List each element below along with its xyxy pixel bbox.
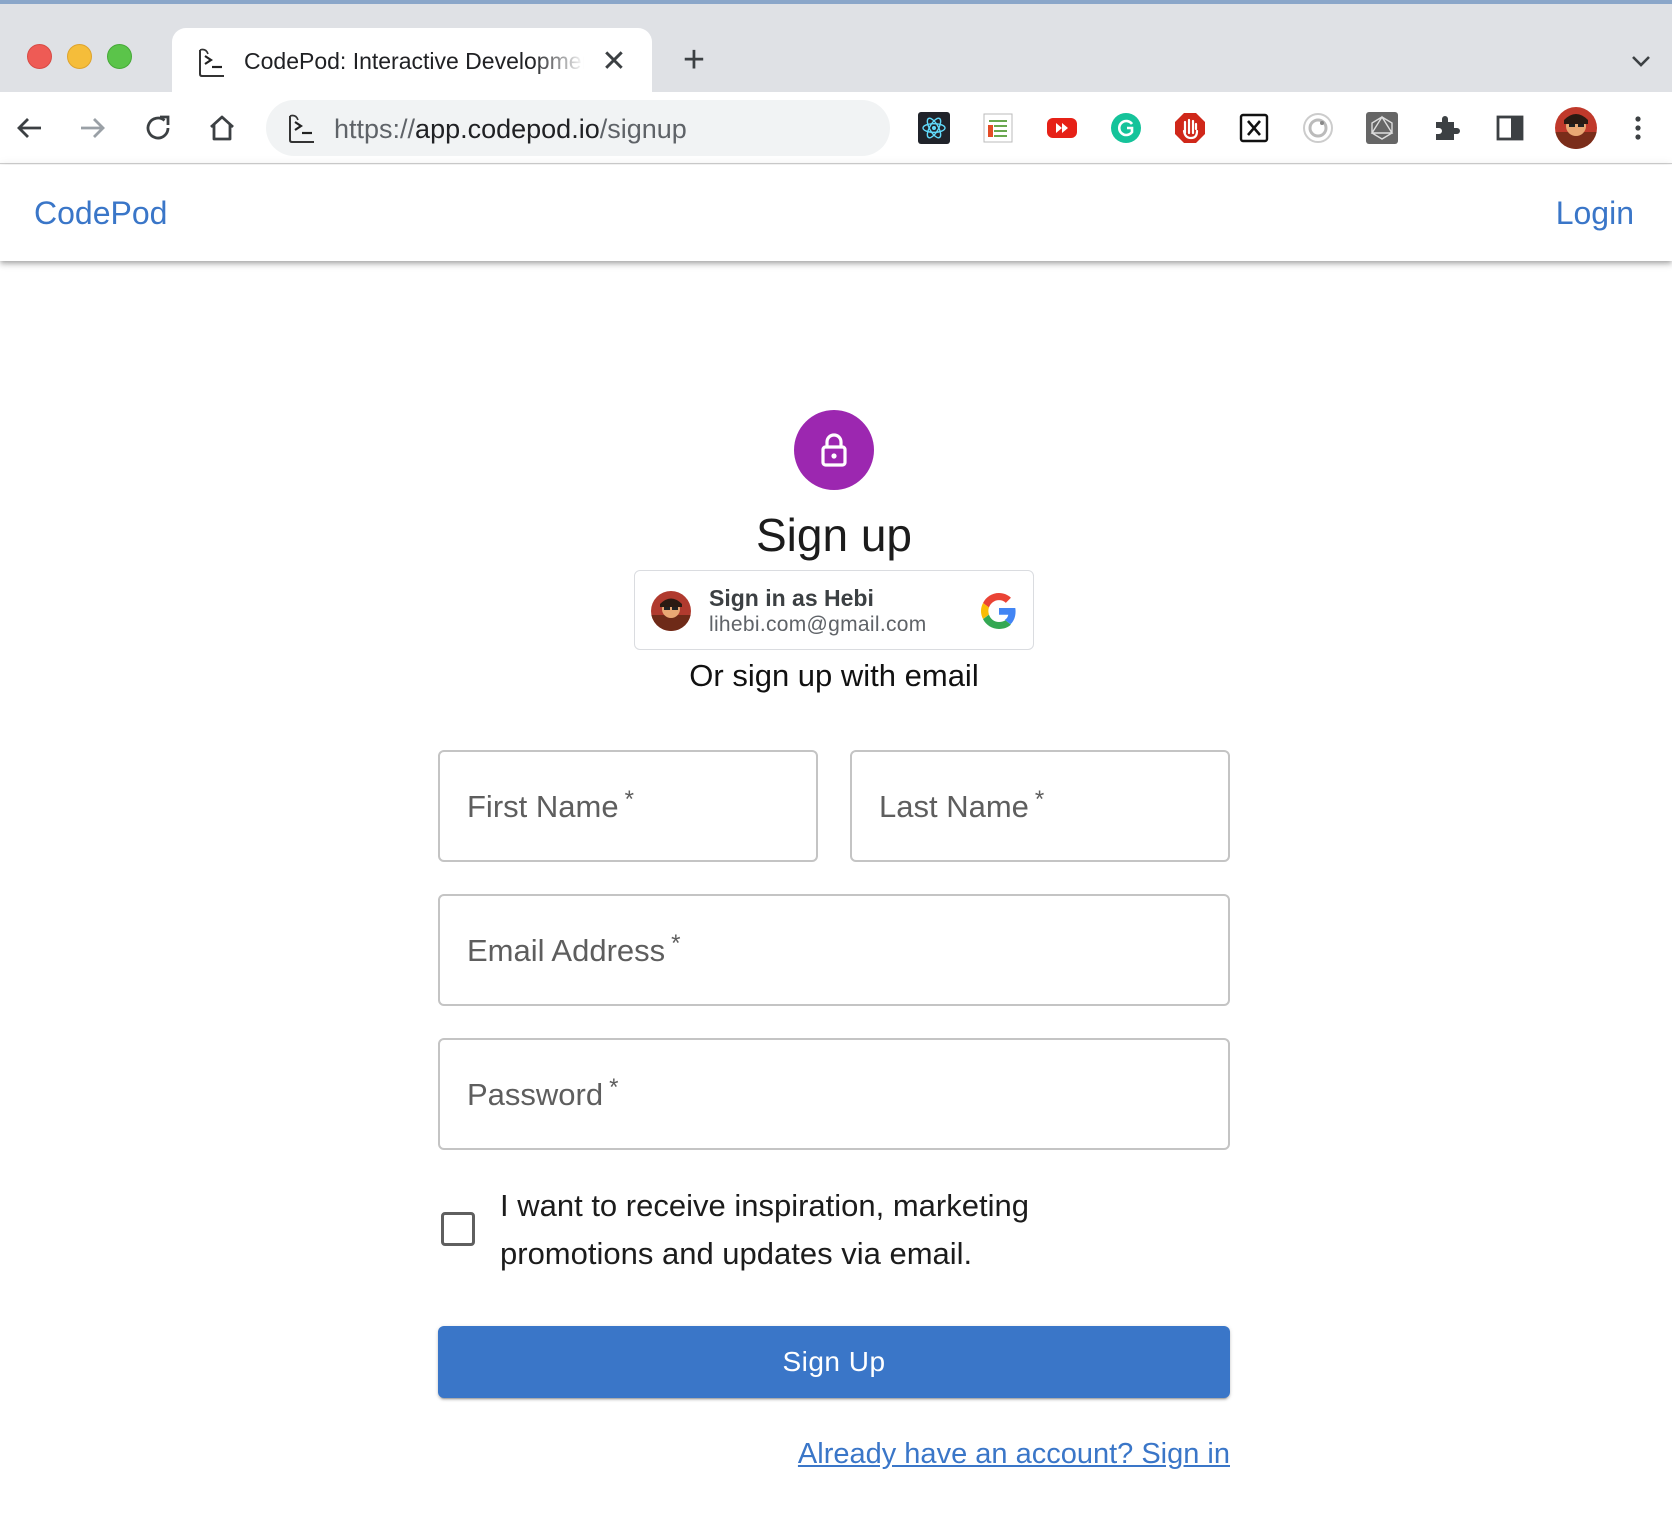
window-minimize-button[interactable] [67, 44, 92, 69]
adblock-icon[interactable] [1172, 110, 1208, 146]
google-account-avatar [651, 591, 691, 631]
url-host: app.codepod.io [415, 114, 600, 144]
lock-outline-icon [821, 433, 847, 467]
google-one-tap-button[interactable]: Sign in as Hebi lihebi.com@gmail.com [634, 570, 1034, 650]
marketing-checkbox-label[interactable]: I want to receive inspiration, marketing… [500, 1182, 1120, 1278]
sign-in-link[interactable]: Already have an account? Sign in [798, 1438, 1230, 1471]
email-label-text: Email Address [467, 933, 666, 968]
arrow-left-icon [17, 118, 41, 138]
password-label: Password * [467, 1074, 618, 1113]
url-scheme: https:// [334, 114, 416, 144]
app-header: CodePod Login [0, 165, 1672, 261]
terminal-site-icon [289, 114, 314, 143]
password-label-text: Password [467, 1077, 604, 1112]
last-name-label-text: Last Name [879, 789, 1029, 824]
first-name-label: First Name * [467, 786, 634, 825]
back-button[interactable] [8, 106, 52, 150]
login-link[interactable]: Login [1556, 195, 1634, 232]
marketing-checkbox[interactable] [441, 1212, 475, 1246]
profile-avatar-icon[interactable] [1554, 106, 1598, 150]
email-label: Email Address * [467, 930, 680, 969]
google-logo-icon [981, 593, 1016, 629]
grammarly-icon[interactable] [1108, 110, 1144, 146]
browser-tab-active[interactable]: CodePod: Interactive Development ✕ [172, 28, 652, 96]
first-name-label-text: First Name [467, 789, 619, 824]
graphql-ext-icon[interactable] [1364, 110, 1400, 146]
react-devtools-icon[interactable] [916, 110, 952, 146]
browser-tab-bar: CodePod: Interactive Development ✕ + [0, 0, 1672, 96]
reload-button[interactable] [136, 106, 180, 150]
home-button[interactable] [200, 106, 244, 150]
email-field[interactable]: Email Address * [438, 894, 1230, 1006]
sign-up-button[interactable]: Sign Up [438, 1326, 1230, 1398]
new-tab-button[interactable]: + [676, 41, 712, 79]
required-mark: * [1034, 786, 1045, 813]
arrow-right-icon [81, 118, 105, 138]
extensions-puzzle-icon[interactable] [1428, 110, 1464, 146]
forward-button[interactable] [70, 106, 114, 150]
terminal-favicon-icon [199, 48, 224, 77]
tab-title: CodePod: Interactive Development [244, 48, 584, 74]
side-panel-icon[interactable] [1492, 110, 1528, 146]
page-title: Sign up [755, 509, 912, 561]
password-field[interactable]: Password * [438, 1038, 1230, 1150]
brand-link[interactable]: CodePod [34, 195, 167, 232]
reload-icon [146, 115, 170, 140]
address-bar[interactable]: https://app.codepod.io/signup [266, 100, 890, 156]
or-divider-text: Or sign up with email [689, 658, 979, 693]
browser-menu-icon[interactable] [1620, 110, 1656, 146]
notion-web-clipper-icon[interactable] [1236, 110, 1272, 146]
tab-close-icon[interactable]: ✕ [598, 46, 630, 78]
browser-toolbar: https://app.codepod.io/signup [0, 92, 1672, 164]
window-maximize-button[interactable] [107, 44, 132, 69]
tab-search-chevron-icon[interactable] [1628, 48, 1654, 74]
google-account-email: lihebi.com@gmail.com [709, 613, 927, 636]
pocket-ext-icon[interactable] [1300, 110, 1336, 146]
first-name-field[interactable]: First Name * [438, 750, 818, 862]
home-icon [210, 115, 234, 141]
window-close-button[interactable] [27, 44, 52, 69]
last-name-field[interactable]: Last Name * [850, 750, 1230, 862]
url-text: https://app.codepod.io/signup [334, 114, 687, 145]
google-account-name: Sign in as Hebi [709, 585, 874, 611]
required-mark: * [624, 786, 634, 813]
youtube-ext-icon[interactable] [1044, 110, 1080, 146]
required-mark: * [671, 930, 681, 957]
url-path: /signup [599, 114, 687, 144]
lock-avatar [794, 410, 874, 490]
required-mark: * [609, 1074, 619, 1101]
last-name-label: Last Name * [879, 786, 1044, 825]
html5-outliner-icon[interactable] [980, 110, 1016, 146]
